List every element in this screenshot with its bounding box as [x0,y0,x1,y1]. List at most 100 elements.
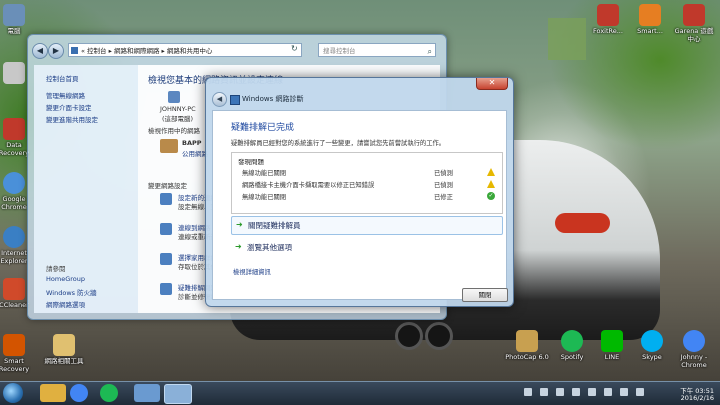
desktop-icon-smart[interactable]: Smart... [628,4,672,35]
issues-header: 發現問題 [238,158,264,166]
desktop-icon-label: Johnny - Chrome [680,353,708,369]
line-icon [601,330,623,352]
sidebar-link-manage-wireless[interactable]: 管理無線網路 [46,90,85,100]
computer-name: JOHNNY-PC [160,105,196,113]
back-button[interactable]: ◀ [32,43,48,59]
computer-icon [3,4,25,26]
wallpaper-sign [548,18,586,60]
spotify-icon [561,330,583,352]
explorer-navigation-bar: ◀ ▶ « 控制台 ▸ 網路和網際網路 ▸ 網路和共用中心 ↻ 搜尋控制台 ⌕ [28,35,446,65]
wallpaper-car-exhaust [425,322,453,350]
close-icon[interactable]: ✕ [476,78,508,90]
desktop-icon-label: LINE [604,353,620,361]
issue-row[interactable]: 網路橋接卡主機介面卡擷取需要以修正已知錯誤 已偵測 [242,180,498,190]
folder-icon [53,334,75,356]
taskbar-folder-icon[interactable] [40,384,66,402]
desktop-icon-label: Skype [642,353,662,361]
desktop-icon-label: Garena 遊戲中心 [674,27,714,43]
desktop-icon-johnny-chrome[interactable]: Johnny - Chrome [672,330,716,369]
tray-icon[interactable] [540,388,548,396]
tray-icon[interactable] [588,388,596,396]
network-diagnostics-icon [230,95,240,105]
dialog-content: 疑難排解已完成 疑難排解員已經對您的系統進行了一些變更，請嘗試您先前嘗試執行的工… [212,110,507,300]
network-diagnostics-dialog[interactable]: ✕ ◀ Windows 網路診斷 疑難排解已完成 疑難排解員已經對您的系統進行了… [205,77,514,307]
computer-icon [168,91,180,103]
computer-sub: (這部電腦) [162,115,194,123]
volume-icon[interactable] [636,388,644,396]
close-troubleshooter-option[interactable]: ➜ 關閉疑難排解員 [231,216,503,235]
search-icon: ⌕ [427,47,432,56]
garena-icon [683,4,705,26]
desktop-icon-foxit[interactable]: FoxitRe... [586,4,630,35]
view-details-link[interactable]: 檢視詳細資訊 [233,267,271,276]
desktop-icon-photocap[interactable]: PhotoCap 6.0 [505,330,549,361]
desktop-icon-label: FoxitRe... [593,27,623,35]
dialog-description: 疑難排解員已經對您的系統進行了一些變更，請嘗試您先前嘗試執行的工作。 [231,140,446,147]
network-tray-icon[interactable] [620,388,628,396]
issue-status: 已偵測 [434,182,453,189]
control-panel-icon [71,47,78,54]
taskbar-control-panel-icon[interactable] [134,384,160,402]
tray-icon[interactable] [572,388,580,396]
sidebar-link-homegroup[interactable]: HomeGroup [46,275,85,283]
desktop-icon-line[interactable]: LINE [590,330,634,361]
homegroup-icon [160,253,172,265]
issue-status: 已偵測 [434,170,453,177]
start-button[interactable] [3,383,23,403]
close-troubleshooter-label: 關閉疑難排解員 [248,221,301,230]
desktop-icon-label: 網路相關工具 [44,357,84,365]
troubleshoot-icon [160,283,172,295]
desktop-icon-label: Smart... [637,27,663,35]
browse-options-option[interactable]: ➜ 瀏覽其他選項 [231,239,501,256]
taskbar-spotify-icon[interactable] [100,384,118,402]
smart-recovery-icon [3,334,25,356]
bench-icon [160,139,178,153]
internet-explorer-icon [3,226,25,248]
see-also-heading: 請參閱 [46,265,66,273]
smart-icon [639,4,661,26]
desktop-icon-label: Spotify [560,353,584,361]
sidebar-link-control-panel-home[interactable]: 控制台首頁 [46,73,79,83]
issues-list: 發現問題 無線功能已關閉 已偵測 網路橋接卡主機介面卡擷取需要以修正已知錯誤 已… [231,152,503,214]
search-placeholder: 搜尋控制台 [323,47,356,55]
active-networks-heading: 檢視作用中的網路 [148,127,200,135]
close-button[interactable]: 關閉 [462,288,508,302]
connect-network-icon [160,223,172,235]
issue-status: 已修正 [434,194,453,201]
tray-icon[interactable] [604,388,612,396]
system-tray: 下午 03:51 2016/2/16 [484,384,714,403]
search-input[interactable]: 搜尋控制台 ⌕ [318,43,436,57]
desktop-icon-network-tools[interactable]: 網路相關工具 [42,334,86,365]
address-path: « 控制台 ▸ 網路和網際網路 ▸ 網路和共用中心 [81,47,213,55]
back-button[interactable]: ◀ [212,92,227,107]
desktop-icon-label: PhotoCap 6.0 [505,353,549,361]
address-bar[interactable]: « 控制台 ▸ 網路和網際網路 ▸ 網路和共用中心 [68,43,302,57]
issue-row[interactable]: 無線功能已關閉 已修正 ✓ [242,192,498,202]
recycle-bin-icon [3,62,25,84]
browse-options-label: 瀏覽其他選項 [247,243,292,252]
refresh-icon[interactable]: ↻ [291,44,298,53]
skype-icon [641,330,663,352]
arrow-right-icon: ➜ [235,242,242,251]
sidebar-link-advanced-sharing[interactable]: 變更進階共用設定 [46,114,98,124]
issue-row[interactable]: 無線功能已關閉 已偵測 [242,168,498,178]
desktop-icon-smart-recovery[interactable]: Smart Recovery [0,334,36,373]
taskbar-chrome-icon[interactable] [70,384,88,402]
sidebar-link-firewall[interactable]: Windows 防火牆 [46,287,97,297]
warning-icon [487,180,495,188]
desktop-icon-garena[interactable]: Garena 遊戲中心 [672,4,716,43]
desktop-icon-spotify[interactable]: Spotify [550,330,594,361]
desktop-icon-skype[interactable]: Skype [630,330,674,361]
sidebar-link-adapter-settings[interactable]: 變更介面卡設定 [46,102,92,112]
data-recovery-icon [3,118,25,140]
clock-date[interactable]: 2016/2/16 [681,394,714,402]
tray-icon[interactable] [556,388,564,396]
photocap-icon [516,330,538,352]
tray-icon[interactable] [524,388,532,396]
sidebar-link-internet-options[interactable]: 網際網路選項 [46,299,85,309]
desktop-icon-computer[interactable]: 電腦 [0,4,36,35]
check-icon: ✓ [487,192,495,200]
wallpaper-car-taillight [555,213,610,233]
forward-button[interactable]: ▶ [48,43,64,59]
taskbar-network-diagnostics-icon[interactable] [164,384,192,404]
